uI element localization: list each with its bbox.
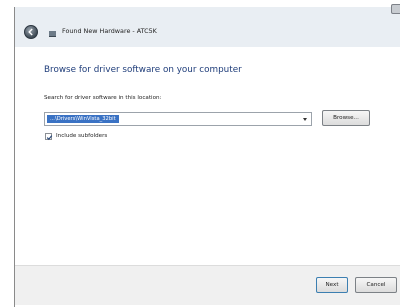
wizard-footer: Next Cancel <box>15 265 400 305</box>
dropdown-arrow-icon[interactable] <box>303 118 307 121</box>
hardware-icon <box>49 31 56 37</box>
close-button[interactable] <box>391 4 400 14</box>
include-subfolders-checkbox[interactable] <box>45 133 53 141</box>
browse-button[interactable]: Browse... <box>322 110 370 126</box>
title-bar: Found New Hardware - ATC5K <box>15 4 400 47</box>
search-location-value[interactable]: ...\Drivers\WinVista_32bit <box>47 115 119 123</box>
cancel-button[interactable]: Cancel <box>355 277 397 293</box>
back-arrow-icon <box>28 28 33 36</box>
search-location-combobox[interactable]: ...\Drivers\WinVista_32bit <box>44 112 312 126</box>
back-button[interactable] <box>24 25 38 39</box>
checkmark-icon <box>46 135 53 141</box>
window-title: Found New Hardware - ATC5K <box>62 27 157 35</box>
include-subfolders-label[interactable]: Include subfolders <box>56 133 107 140</box>
search-location-label: Search for driver software in this locat… <box>44 95 162 101</box>
wizard-window: Found New Hardware - ATC5K Browse for dr… <box>14 4 400 307</box>
next-button[interactable]: Next <box>316 277 348 293</box>
page-heading: Browse for driver software on your compu… <box>44 65 242 75</box>
